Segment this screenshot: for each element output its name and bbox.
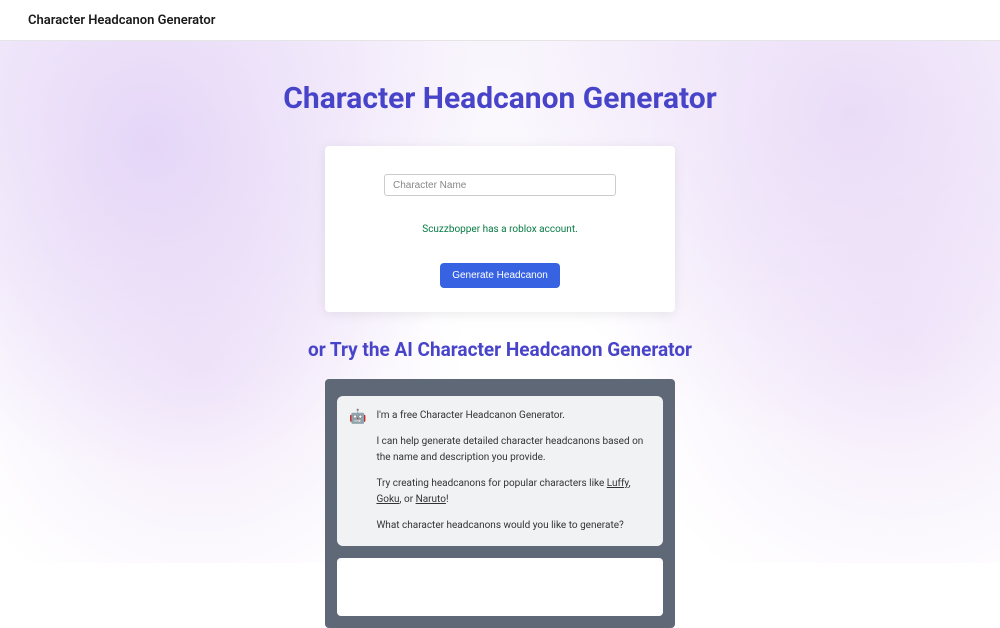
result-text: Scuzzbopper has a roblox account. [422,224,577,235]
page-title: Character Headcanon Generator [283,81,716,116]
chat-frame: 🤖 I'm a free Character Headcanon Generat… [325,379,675,628]
chat-try: Try creating headcanons for popular char… [376,476,651,508]
main-content: Character Headcanon Generator Scuzzboppe… [0,41,1000,628]
chat-intro: I'm a free Character Headcanon Generator… [376,408,651,424]
chat-message-text: I'm a free Character Headcanon Generator… [376,408,651,534]
chat-bubble: 🤖 I'm a free Character Headcanon Generat… [337,396,663,546]
link-goku[interactable]: Goku [376,494,399,505]
chat-prompt: What character headcanons would you like… [376,518,651,534]
header-title: Character Headcanon Generator [28,13,215,28]
chat-desc: I can help generate detailed character h… [376,434,651,466]
chat-input[interactable] [337,558,663,616]
header: Character Headcanon Generator [0,0,1000,41]
generate-headcanon-button[interactable]: Generate Headcanon [440,263,560,288]
generator-card: Scuzzbopper has a roblox account. Genera… [325,146,675,312]
robot-icon: 🤖 [349,410,366,424]
link-luffy[interactable]: Luffy [607,478,629,489]
link-naruto[interactable]: Naruto [416,494,446,505]
character-name-input[interactable] [384,174,616,196]
ai-section-subtitle: or Try the AI Character Headcanon Genera… [308,338,692,361]
